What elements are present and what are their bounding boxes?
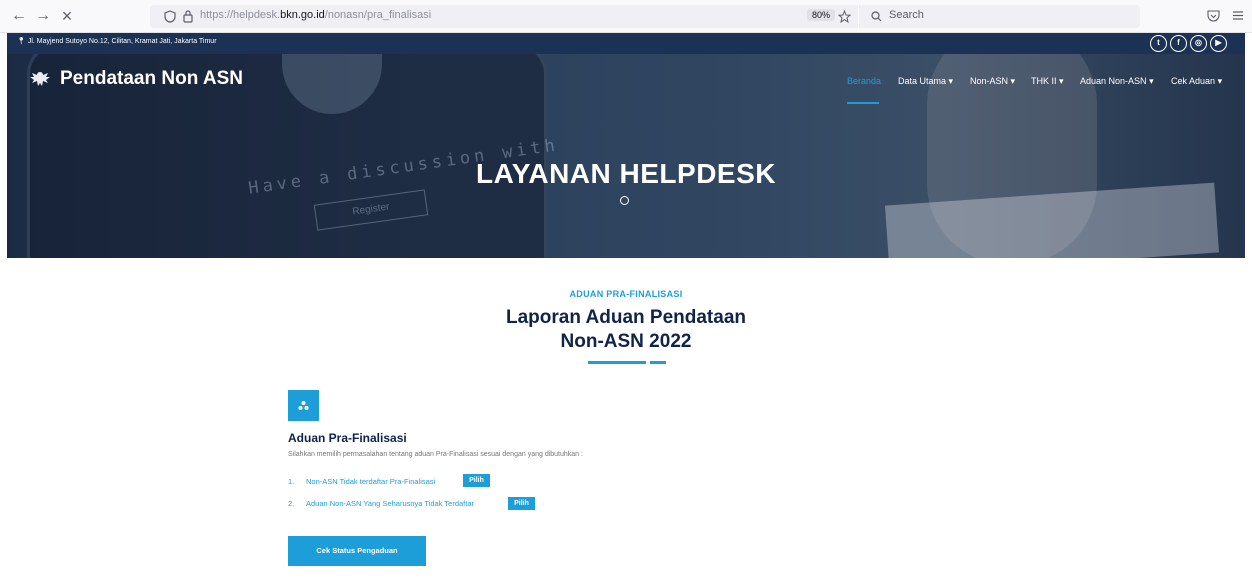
hero-title: LAYANAN HELPDESK [476,158,776,189]
option-number: 2. [288,499,295,508]
twitter-icon[interactable]: t [1150,35,1167,52]
pilih-button-1[interactable]: Pilih [463,474,490,487]
caret-down-icon: ▾ [948,76,954,86]
option-number: 1. [288,477,295,486]
caret-down-icon: ▾ [1059,76,1064,86]
youtube-icon[interactable]: ▶ [1210,35,1227,52]
section-icon [288,390,319,421]
menu-icon[interactable] [1232,10,1244,21]
carousel-indicator[interactable] [620,196,629,205]
search-icon [871,11,882,22]
section-eyebrow: ADUAN PRA-FINALISASI [569,289,683,299]
forward-icon[interactable]: → [34,7,52,25]
nav-aduan-non-asn[interactable]: Aduan Non-ASN ▾ [1080,76,1154,87]
close-icon[interactable]: × [58,7,76,25]
nav-beranda[interactable]: Beranda [847,76,881,86]
nav-data-utama[interactable]: Data Utama ▾ [898,76,953,87]
url-text[interactable]: https://helpdesk.bkn.go.id/nonasn/pra_fi… [200,9,431,21]
back-icon[interactable]: ← [10,7,28,25]
nav-cek-aduan[interactable]: Cek Aduan ▾ [1171,76,1222,87]
top-info-bar: 📍︎ Jl. Mayjend Sutoyo No.12, Cilitan, Kr… [7,33,1245,54]
title-divider [588,361,646,364]
title-divider-short [650,361,666,364]
zoom-level[interactable]: 80% [807,9,836,21]
option-label[interactable]: Non-ASN Tidak terdaftar Pra-Finalisasi [306,477,435,486]
address-text: 📍︎ Jl. Mayjend Sutoyo No.12, Cilitan, Kr… [17,37,217,45]
nav-active-indicator [847,102,879,104]
pilih-button-2[interactable]: Pilih [508,497,535,510]
option-label[interactable]: Aduan Non-ASN Yang Seharusnya Tidak Terd… [306,499,474,508]
browser-toolbar: ← → × https://helpdesk.bkn.go.id/nonasn/… [0,0,1252,33]
nav-non-asn[interactable]: Non-ASN ▾ [970,76,1015,87]
caret-down-icon: ▾ [1010,76,1016,86]
search-input[interactable]: Search [889,9,924,21]
page-title: Laporan Aduan Pendataan Non-ASN 2022 [0,306,1252,354]
address-bar[interactable]: https://helpdesk.bkn.go.id/nonasn/pra_fi… [150,5,1140,28]
shield-icon [164,10,176,23]
option-link-2[interactable]: 2. Aduan Non-ASN Yang Seharusnya Tidak Te… [288,499,474,508]
network-icon [298,401,309,410]
section-description: Silahkan memilih permasalahan tentang ad… [288,451,583,458]
instagram-icon[interactable]: ◎ [1190,35,1207,52]
section-heading: Aduan Pra-Finalisasi [288,431,407,445]
caret-down-icon: ▾ [1217,76,1223,86]
caret-down-icon: ▾ [1149,76,1154,86]
nav-thk-ii[interactable]: THK II ▾ [1031,76,1064,87]
page-title-line-2: Non-ASN 2022 [560,331,692,352]
cek-status-button[interactable]: Cek Status Pengaduan [288,536,426,566]
garuda-logo-icon[interactable] [29,70,51,88]
search-box[interactable]: Search [858,5,1138,28]
page-title-line-1: Laporan Aduan Pendataan [506,307,746,328]
pocket-icon[interactable] [1207,10,1220,22]
star-icon[interactable] [838,10,851,23]
address-label: Jl. Mayjend Sutoyo No.12, Cilitan, Krama… [27,38,217,45]
option-link-1[interactable]: 1. Non-ASN Tidak terdaftar Pra-Finalisasi [288,477,435,486]
brand-title[interactable]: Pendataan Non ASN [60,68,243,90]
location-icon: 📍︎ [17,38,26,45]
lock-icon[interactable] [183,10,193,23]
facebook-icon[interactable]: f [1170,35,1187,52]
